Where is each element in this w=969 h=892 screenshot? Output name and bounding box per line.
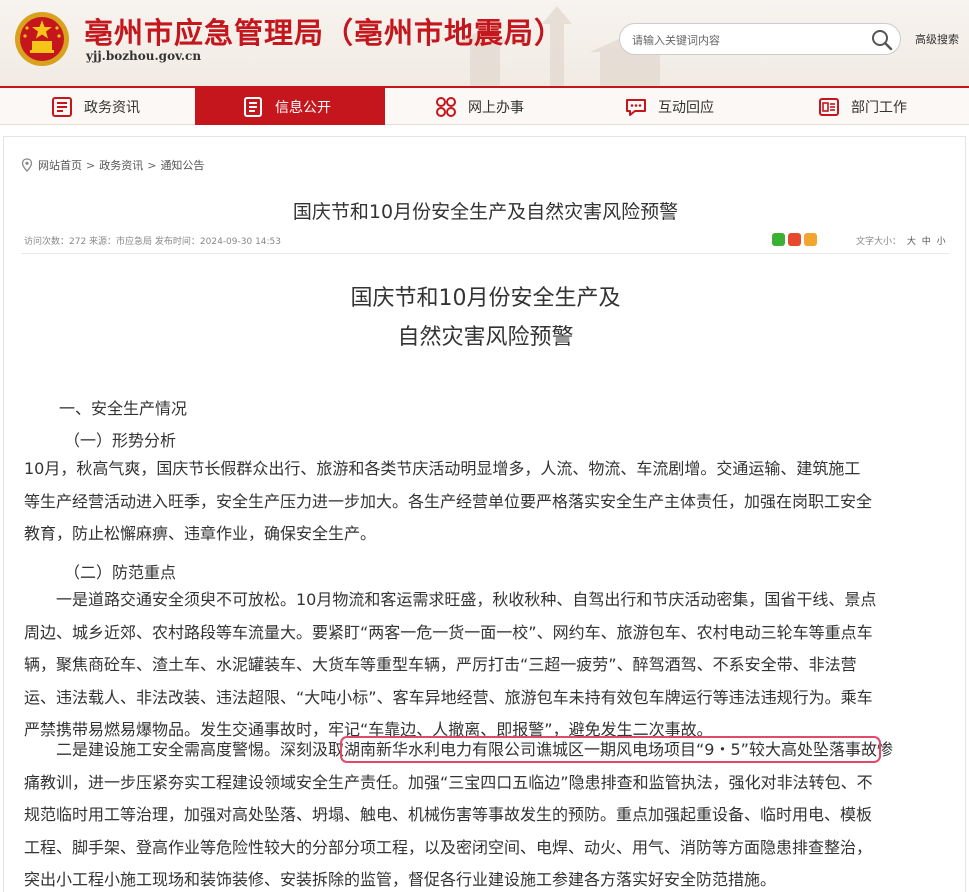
nav-label: 部门工作 — [851, 99, 907, 116]
nav-label: 互动回应 — [658, 99, 714, 116]
paragraph-line: 痛教训，进一步压紧夯实工程建设领域安全生产责任。加强“三宝四口五临边”隐患排查和… — [24, 772, 873, 792]
main-nav: 政务资讯 信息公开 网上办事 互动回应 部门工作 — [0, 86, 969, 125]
search-box — [619, 23, 901, 55]
nav-item-department-work[interactable]: 部门工作 — [817, 88, 907, 125]
nav-item-news[interactable]: 政务资讯 — [50, 88, 140, 125]
paragraph-line: 一是道路交通安全须臾不可放松。10月物流和客运需求旺盛，秋收秋种、自驾出行和节庆… — [24, 590, 877, 609]
document-title-line-1: 国庆节和10月份安全生产及 — [350, 286, 621, 311]
paragraph-text: 惨 — [876, 740, 893, 759]
article-title: 国庆节和10月份安全生产及自然灾害风险预警 — [292, 201, 679, 223]
chat-icon — [626, 98, 646, 116]
site-title[interactable]: 亳州市应急管理局（亳州市地震局） — [84, 10, 564, 52]
paragraph-line: 10月，秋高气爽，国庆节长假群众出行、旅游和各类节庆活动明显增多，人流、物流、车… — [24, 459, 861, 478]
article-container: 网站首页 > 政务资讯 > 通知公告 国庆节和10月份安全生产及自然灾害风险预警… — [3, 136, 966, 892]
breadcrumb-separator: > — [147, 158, 157, 172]
highlighted-accident-reference: 湖南新华水利电力有限公司谯城区一期风电场项目“9・5”较大高处坠落事故 — [340, 736, 881, 763]
paragraph-line: 辆，聚焦商砼车、渣土车、水泥罐装车、大货车等重型车辆，严厉打击“三超一疲劳”、醉… — [24, 655, 857, 674]
paragraph-situation: 10月，秋高气爽，国庆节长假群众出行、旅游和各类节庆活动明显增多，人流、物流、车… — [24, 453, 945, 551]
font-size-switch: 文字大小： 大 中 小 — [856, 234, 946, 247]
document-icon — [244, 96, 262, 117]
section-heading: 一、安全生产情况 — [59, 399, 188, 418]
breadcrumb-news[interactable]: 政务资讯 — [99, 157, 143, 173]
nav-label: 政务资讯 — [84, 99, 140, 116]
document-title-line-2: 自然灾害风险预警 — [397, 325, 574, 350]
paragraph-line: 周边、城乡近郊、农村路段等车流量大。要紧盯“两客一危一货一面一校”、网约车、旅游… — [24, 622, 873, 642]
breadcrumb-home[interactable]: 网站首页 — [38, 157, 82, 173]
nav-label: 网上办事 — [468, 99, 524, 116]
paragraph-text: 二是建设施工安全需高度警惕。深刻汲取 — [24, 740, 345, 759]
breadcrumb-separator: > — [86, 158, 96, 172]
divider — [21, 253, 949, 254]
nav-item-online-services[interactable]: 网上办事 — [434, 88, 524, 125]
breadcrumb-notices[interactable]: 通知公告 — [160, 157, 204, 173]
font-size-large[interactable]: 大 — [907, 237, 916, 247]
nav-label: 信息公开 — [275, 99, 331, 116]
news-icon — [52, 96, 72, 117]
wechat-share-icon[interactable] — [772, 233, 785, 246]
paragraph-line: 运、违法载人、非法改装、违法超限、“大吨小标”、客车异地经营、旅游包车未持有效包… — [24, 687, 873, 707]
national-emblem-icon — [15, 12, 69, 66]
site-header: 亳州市应急管理局（亳州市地震局） yjj.bozhou.gov.cn 高级搜索 — [0, 0, 969, 86]
paragraph-line: 二是建设施工安全需高度警惕。深刻汲取湖南新华水利电力有限公司谯城区一期风电场项目… — [24, 734, 945, 767]
paragraph-line: 工程、脚手架、登高作业等危险性较大的分部分项工程，以及密闭空间、电焊、动火、用气… — [24, 837, 873, 857]
paragraph-construction-safety: 二是建设施工安全需高度警惕。深刻汲取湖南新华水利电力有限公司谯城区一期风电场项目… — [24, 734, 945, 892]
font-size-label: 文字大小： — [856, 237, 902, 247]
nav-item-interaction[interactable]: 互动回应 — [624, 88, 714, 125]
subsection-heading: （二）防范重点 — [64, 563, 177, 582]
paragraph-road-safety: 一是道路交通安全须臾不可放松。10月物流和客运需求旺盛，秋收秋种、自驾出行和节庆… — [24, 584, 945, 747]
font-size-small[interactable]: 小 — [937, 237, 946, 247]
location-pin-icon — [21, 158, 33, 172]
site-url: yjj.bozhou.gov.cn — [86, 49, 202, 63]
search-icon[interactable] — [870, 28, 894, 52]
paragraph-line: 规范临时用工等治理，加强对高处坠落、坍塌、触电、机械伤害等事故发生的预防。重点加… — [24, 805, 873, 824]
paragraph-line: 教育，防止松懈麻痹、违章作业，确保安全生产。 — [24, 524, 377, 543]
breadcrumb: 网站首页 > 政务资讯 > 通知公告 — [21, 157, 204, 173]
subsection-heading: （一）形势分析 — [64, 431, 177, 450]
paragraph-line: 突出小工程小施工现场和装饰装修、安装拆除的监管，督促各行业建设施工参建各方落实好… — [24, 870, 777, 889]
department-icon — [819, 97, 839, 116]
search-input[interactable] — [632, 30, 862, 50]
advanced-search-link[interactable]: 高级搜索 — [915, 31, 959, 47]
services-icon — [436, 96, 456, 117]
qzone-share-icon[interactable] — [804, 233, 817, 246]
article-meta: 访问次数：272 来源：市应急局 发布时间：2024-09-30 14:53 — [24, 237, 282, 247]
font-size-medium[interactable]: 中 — [922, 237, 931, 247]
paragraph-line: 等生产经营活动进入旺季，安全生产压力进一步加大。各生产经营单位要严格落实安全生产… — [24, 491, 873, 511]
share-buttons — [772, 233, 817, 246]
nav-item-info-disclosure[interactable]: 信息公开 — [195, 88, 385, 125]
weibo-share-icon[interactable] — [788, 233, 801, 246]
